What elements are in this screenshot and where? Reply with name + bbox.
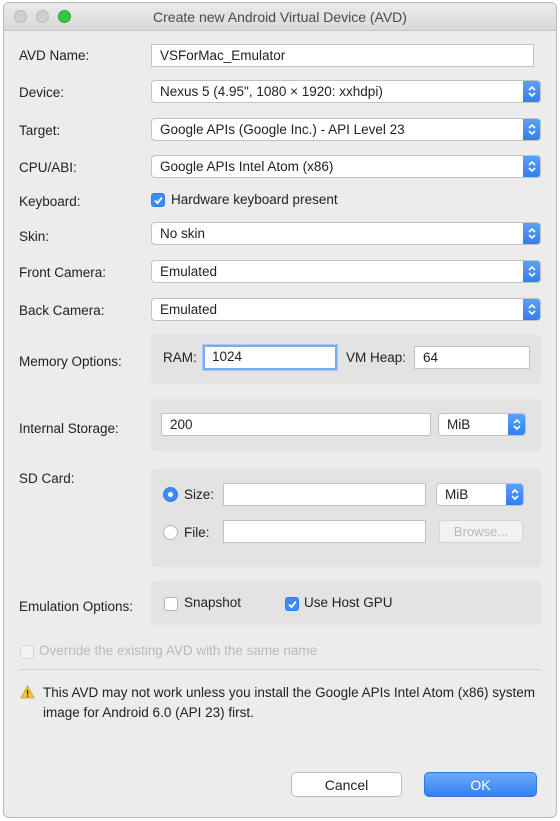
sd-size-label: Size: (184, 487, 215, 502)
ram-label: RAM: (163, 350, 197, 365)
sd-file-input[interactable] (223, 520, 426, 543)
keyboard-label: Keyboard: (19, 194, 81, 209)
skin-select-stepper-icon[interactable] (523, 223, 540, 244)
cancel-button[interactable]: Cancel (291, 772, 402, 797)
sd-size-unit-value: MiB (445, 487, 469, 502)
window-title: Create new Android Virtual Device (AVD) (153, 9, 407, 25)
sd-size-unit-stepper-icon[interactable] (506, 484, 523, 505)
internal-storage-unit-stepper-icon[interactable] (508, 414, 525, 435)
memory-options-label: Memory Options: (19, 354, 122, 369)
emulation-options-label: Emulation Options: (19, 599, 134, 614)
internal-storage-input[interactable]: 200 (161, 413, 431, 436)
checkmark-icon (154, 196, 163, 205)
internal-storage-unit-select[interactable]: MiB (438, 413, 526, 436)
device-select-stepper-icon[interactable] (523, 81, 540, 102)
front-camera-select-value: Emulated (160, 264, 218, 279)
vm-heap-input[interactable]: 64 (414, 346, 530, 369)
skin-select-value: No skin (160, 226, 206, 241)
ok-button[interactable]: OK (424, 772, 537, 797)
back-camera-select-value: Emulated (160, 302, 218, 317)
back-camera-select[interactable]: Emulated (151, 298, 541, 321)
hardware-keyboard-label: Hardware keyboard present (171, 192, 338, 207)
cpu-abi-select[interactable]: Google APIs Intel Atom (x86) (151, 155, 541, 178)
title-bar: Create new Android Virtual Device (AVD) (4, 3, 556, 31)
target-select-value: Google APIs (Google Inc.) - API Level 23 (160, 122, 405, 137)
sd-size-input[interactable] (223, 483, 426, 506)
snapshot-label: Snapshot (184, 595, 242, 610)
skin-label: Skin: (19, 229, 50, 244)
cpu-abi-select-stepper-icon[interactable] (523, 156, 540, 177)
warning-message: This AVD may not work unless you install… (43, 685, 535, 720)
target-select[interactable]: Google APIs (Google Inc.) - API Level 23 (151, 118, 541, 141)
skin-select[interactable]: No skin (151, 222, 541, 245)
checkmark-icon (288, 600, 297, 609)
separator (19, 669, 541, 670)
use-host-gpu-label: Use Host GPU (304, 595, 393, 610)
snapshot-checkbox[interactable] (164, 597, 178, 611)
hardware-keyboard-checkbox[interactable] (151, 193, 165, 207)
sd-file-radio[interactable] (163, 525, 178, 540)
device-select[interactable]: Nexus 5 (4.95", 1080 × 1920: xxhdpi) (151, 80, 541, 103)
override-avd-label: Override the existing AVD with the same … (39, 643, 318, 658)
device-select-value: Nexus 5 (4.95", 1080 × 1920: xxhdpi) (160, 84, 383, 99)
avd-name-input[interactable]: VSForMac_Emulator (151, 44, 534, 67)
cpu-abi-select-value: Google APIs Intel Atom (x86) (160, 159, 334, 174)
vm-heap-label: VM Heap: (346, 350, 407, 365)
back-camera-select-stepper-icon[interactable] (523, 299, 540, 320)
sd-size-unit-select[interactable]: MiB (436, 483, 524, 506)
use-host-gpu-checkbox[interactable] (285, 597, 299, 611)
avd-name-label: AVD Name: (19, 48, 90, 63)
internal-storage-label: Internal Storage: (19, 421, 119, 436)
back-camera-label: Back Camera: (19, 303, 105, 318)
override-avd-checkbox[interactable] (20, 645, 34, 659)
front-camera-select[interactable]: Emulated (151, 260, 541, 283)
browse-button[interactable]: Browse... (439, 520, 523, 543)
target-label: Target: (19, 123, 61, 138)
sd-size-radio[interactable] (163, 487, 178, 502)
front-camera-select-stepper-icon[interactable] (523, 261, 540, 282)
target-select-stepper-icon[interactable] (523, 119, 540, 140)
front-camera-label: Front Camera: (19, 265, 107, 280)
sd-card-label: SD Card: (19, 471, 75, 486)
sd-file-label: File: (184, 525, 210, 540)
avd-dialog-window: Create new Android Virtual Device (AVD) … (3, 2, 557, 818)
ram-input[interactable]: 1024 (203, 345, 337, 370)
internal-storage-unit-value: MiB (447, 417, 471, 432)
warning-triangle-icon (20, 685, 35, 699)
device-label: Device: (19, 85, 65, 100)
cpu-abi-label: CPU/ABI: (19, 160, 77, 175)
